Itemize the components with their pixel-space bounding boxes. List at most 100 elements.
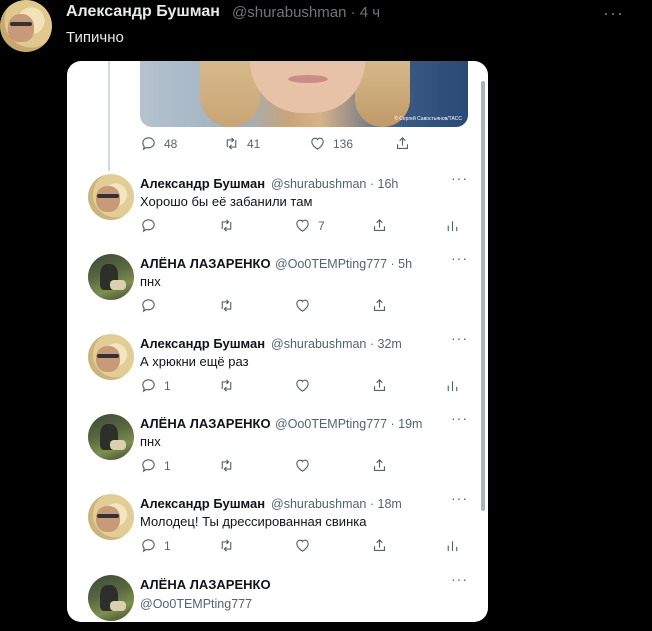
reply-author-handle[interactable]: @Oo0TEMPting777	[140, 597, 252, 611]
reply-action[interactable]	[140, 217, 164, 234]
reply-action[interactable]: 1	[140, 457, 171, 474]
reply-author-handle[interactable]: @shurabushman · 32m	[271, 337, 402, 351]
share-action[interactable]	[371, 377, 388, 394]
scrollbar[interactable]	[481, 81, 485, 511]
reply-count: 48	[164, 136, 178, 151]
reply-tweet[interactable]: АЛЁНА ЛАЗАРЕНКО @Oo0TEMPting777 · 5h пнх…	[67, 250, 488, 334]
reply-author-name[interactable]: АЛЁНА ЛАЗАРЕНКО	[140, 416, 271, 431]
reply-tweet[interactable]: Александр Бушман @shurabushman · 18m Мол…	[67, 490, 488, 574]
retweet-action[interactable]	[218, 297, 235, 314]
heart-icon	[296, 299, 309, 312]
more-options-icon[interactable]: ···	[451, 571, 468, 587]
more-options-icon[interactable]: ···	[451, 330, 468, 346]
reply-author-name[interactable]: Александр Бушман	[140, 496, 265, 511]
analytics-icon	[447, 381, 458, 392]
analytics-icon	[447, 541, 458, 552]
share-icon	[373, 459, 386, 472]
author-handle[interactable]: @shurabushman · 4 ч	[232, 4, 380, 21]
reply-tweet[interactable]: АЛЁНА ЛАЗАРЕНКО @Oo0TEMPting777 ···	[67, 571, 488, 622]
reply-text: пнх	[140, 434, 161, 449]
reply-icon	[142, 459, 155, 473]
more-options-icon[interactable]: ···	[451, 250, 468, 266]
retweet-action[interactable]: 41	[223, 135, 260, 152]
reply-action[interactable]: 1	[140, 537, 171, 554]
reply-count: 1	[164, 458, 171, 473]
analytics-action[interactable]	[444, 377, 461, 394]
reply-action[interactable]	[140, 297, 164, 314]
retweet-count: 41	[247, 136, 261, 151]
reply-avatar[interactable]	[88, 174, 134, 220]
reply-author-handle[interactable]: @shurabushman · 16h	[271, 177, 398, 191]
reply-tweet[interactable]: Александр Бушман @shurabushman · 16h Хор…	[67, 170, 488, 254]
thread-line	[108, 61, 110, 171]
reply-avatar[interactable]	[88, 254, 134, 300]
retweet-action[interactable]	[218, 217, 235, 234]
analytics-action[interactable]	[444, 537, 461, 554]
reply-text: пнх	[140, 274, 161, 289]
retweet-icon	[226, 137, 237, 150]
share-icon	[396, 137, 409, 150]
share-action[interactable]	[371, 537, 388, 554]
photo-credit: © Сергей Савостьянов/ТАСС	[394, 116, 462, 122]
avatar-face	[8, 14, 34, 42]
heart-icon	[296, 219, 309, 232]
like-action[interactable]	[294, 377, 318, 394]
retweet-icon	[221, 539, 232, 552]
reply-author-handle[interactable]: @shurabushman · 18m	[271, 497, 402, 511]
reply-author-name[interactable]: АЛЁНА ЛАЗАРЕНКО	[140, 256, 271, 271]
reply-tweet[interactable]: Александр Бушман @shurabushman · 32m А х…	[67, 330, 488, 414]
reply-author-name[interactable]: Александр Бушман	[140, 176, 265, 191]
share-action[interactable]	[371, 217, 388, 234]
more-options-icon[interactable]: ···	[603, 3, 624, 24]
reply-icon	[142, 539, 155, 553]
heart-icon	[311, 137, 324, 150]
like-action[interactable]	[294, 457, 318, 474]
heart-icon	[296, 459, 309, 472]
author-avatar[interactable]	[0, 0, 52, 52]
retweet-icon	[221, 459, 232, 472]
like-action[interactable]	[294, 537, 318, 554]
like-action[interactable]: 7	[294, 217, 325, 234]
reply-avatar[interactable]	[88, 575, 134, 621]
reply-icon	[142, 137, 155, 151]
retweet-action[interactable]	[218, 377, 235, 394]
retweet-action[interactable]	[218, 537, 235, 554]
analytics-action[interactable]	[444, 217, 461, 234]
share-action[interactable]	[371, 297, 388, 314]
reply-text: А хрюкни ещё раз	[140, 354, 249, 369]
reply-count: 1	[164, 538, 171, 553]
more-options-icon[interactable]: ···	[451, 170, 468, 186]
reply-text: Хорошо бы её забанили там	[140, 194, 313, 209]
reply-count: 1	[164, 378, 171, 393]
like-count: 136	[333, 136, 354, 151]
retweet-icon	[221, 379, 232, 392]
reply-action[interactable]: 48	[140, 135, 177, 152]
reply-avatar[interactable]	[88, 334, 134, 380]
share-icon	[373, 299, 386, 312]
reply-action[interactable]: 1	[140, 377, 171, 394]
reply-tweet[interactable]: АЛЁНА ЛАЗАРЕНКО @Oo0TEMPting777 · 19m пн…	[67, 410, 488, 494]
share-icon	[373, 219, 386, 232]
reply-avatar[interactable]	[88, 494, 134, 540]
like-action[interactable]	[294, 297, 318, 314]
heart-icon	[296, 379, 309, 392]
reply-avatar[interactable]	[88, 414, 134, 460]
more-options-icon[interactable]: ···	[451, 490, 468, 506]
reply-text: Молодец! Ты дрессированная свинка	[140, 514, 367, 529]
reply-icon	[142, 379, 155, 393]
like-action[interactable]: 136	[309, 135, 353, 152]
more-options-icon[interactable]: ···	[451, 410, 468, 426]
retweet-action[interactable]	[218, 457, 235, 474]
quoted-photo: © Сергей Савостьянов/ТАСС	[140, 61, 468, 127]
share-action[interactable]	[394, 135, 411, 152]
share-icon	[373, 539, 386, 552]
reply-author-name[interactable]: Александр Бушман	[140, 336, 265, 351]
share-action[interactable]	[371, 457, 388, 474]
attached-screenshot[interactable]: © Сергей Савостьянов/ТАСС 48 41 136 Алек…	[67, 61, 488, 622]
reply-author-handle[interactable]: @Oo0TEMPting777 · 19m	[275, 417, 422, 431]
author-name[interactable]: Александр Бушман	[66, 3, 220, 21]
retweet-icon	[221, 219, 232, 232]
analytics-icon	[447, 221, 458, 232]
reply-author-name[interactable]: АЛЁНА ЛАЗАРЕНКО	[140, 577, 271, 592]
reply-author-handle[interactable]: @Oo0TEMPting777 · 5h	[275, 257, 412, 271]
